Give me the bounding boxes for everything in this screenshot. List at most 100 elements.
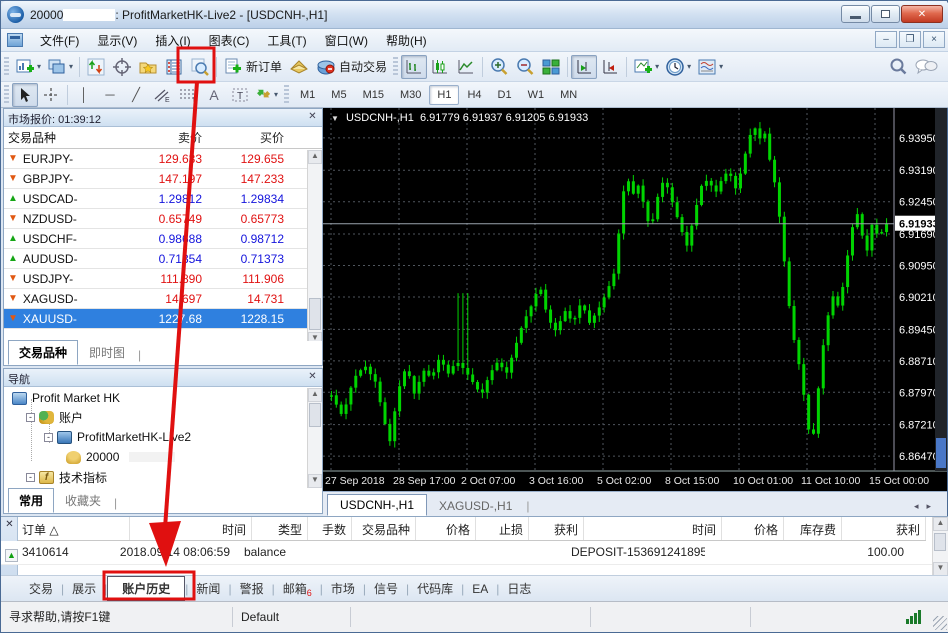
timeframe-m1-button[interactable]: M1 [292, 85, 323, 105]
terminal-column-7[interactable]: 获利 [529, 517, 584, 540]
tree-item-accounts[interactable]: - 账户 [26, 408, 83, 426]
status-profile[interactable]: Default [233, 607, 351, 627]
collapse-icon[interactable]: - [26, 413, 35, 422]
terminal-column-9[interactable]: 价格 [722, 517, 784, 540]
chart-caret-icon[interactable]: ▼ [331, 114, 339, 123]
auto-scroll-button[interactable] [597, 55, 623, 79]
terminal-tab-7[interactable]: 信号 [366, 576, 406, 601]
profiles-button[interactable]: ▾ [44, 55, 76, 79]
periods-button[interactable]: ▾ [662, 55, 694, 79]
candlestick-chart[interactable]: 27 Sep 201828 Sep 17:002 Oct 07:003 Oct … [323, 108, 947, 491]
candlestick-button[interactable] [427, 55, 453, 79]
terminal-column-8[interactable]: 时间 [584, 517, 722, 540]
chart-tab-xagusd[interactable]: XAGUSD-,H1 [427, 496, 524, 516]
menu-item-1[interactable]: 显示(V) [88, 31, 146, 51]
market-watch-row-xauusd[interactable]: ▼XAUUSD-1227.681228.15 [4, 309, 322, 329]
chart-window-icon[interactable] [7, 33, 23, 47]
terminal-tab-1[interactable]: 展示 [64, 576, 104, 601]
market-watch-row-gbpjpy[interactable]: ▼GBPJPY-147.197147.233 [4, 169, 322, 189]
collapse-icon[interactable]: - [44, 433, 53, 442]
tile-windows-button[interactable] [538, 55, 564, 79]
chart-area[interactable]: 27 Sep 201828 Sep 17:002 Oct 07:003 Oct … [323, 108, 947, 491]
hline-button[interactable]: ─ [97, 83, 123, 107]
terminal-column-0[interactable]: 订单 △ [18, 517, 130, 540]
search-button[interactable] [885, 55, 911, 79]
navigator-close-icon[interactable]: ✕ [306, 371, 319, 384]
timeframe-w1-button[interactable]: W1 [520, 85, 553, 105]
terminal-tab-5[interactable]: 邮箱6 [275, 576, 320, 602]
terminal-column-10[interactable]: 库存费 [784, 517, 842, 540]
terminal-tab-4[interactable]: 警报 [232, 576, 272, 601]
zoom-in-button[interactable] [486, 55, 512, 79]
menu-item-4[interactable]: 工具(T) [258, 31, 315, 51]
terminal-tab-2[interactable]: 账户历史 [107, 576, 185, 601]
market-watch-button[interactable] [83, 55, 109, 79]
market-watch-row-eurjpy[interactable]: ▼EURJPY-129.633129.655 [4, 149, 322, 169]
zoom-out-button[interactable] [512, 55, 538, 79]
mdi-minimize-button[interactable]: – [875, 31, 897, 48]
scroll-down-icon[interactable]: ▼ [308, 474, 322, 488]
terminal-tab-8[interactable]: 代码库 [409, 576, 461, 601]
templates-button[interactable]: ▾ [694, 55, 726, 79]
scroll-up-icon[interactable]: ▲ [308, 388, 322, 402]
indicators-button[interactable]: ▾ [630, 55, 662, 79]
resize-grip[interactable] [933, 616, 947, 630]
timeframe-mn-button[interactable]: MN [552, 85, 585, 105]
navigator-scrollbar[interactable]: ▲ ▼ [307, 388, 322, 488]
terminal-tab-6[interactable]: 市场 [323, 576, 363, 601]
menu-item-0[interactable]: 文件(F) [31, 31, 88, 51]
autotrading-button[interactable]: 自动交易 [313, 55, 390, 79]
new-chart-button[interactable]: ▾ [12, 55, 44, 79]
market-watch-row-usdcad[interactable]: ▲USDCAD-1.298121.29834 [4, 189, 322, 209]
tab-tick-chart[interactable]: 即时图 [78, 340, 136, 365]
timeframe-m30-button[interactable]: M30 [392, 85, 429, 105]
menu-item-3[interactable]: 图表(C) [200, 31, 259, 51]
terminal-button[interactable] [161, 55, 187, 79]
tab-common[interactable]: 常用 [8, 488, 54, 513]
bar-chart-button[interactable] [401, 55, 427, 79]
navigator-button[interactable] [135, 55, 161, 79]
channel-button[interactable]: E [149, 83, 175, 107]
text-button[interactable]: A [201, 83, 227, 107]
scroll-down-icon[interactable]: ▼ [933, 562, 948, 576]
market-watch-scrollbar[interactable]: ▲ ▼ [307, 150, 322, 346]
timeframe-d1-button[interactable]: D1 [490, 85, 520, 105]
terminal-column-5[interactable]: 价格 [416, 517, 476, 540]
scroll-up-icon[interactable]: ▲ [308, 150, 322, 164]
close-button[interactable]: ✕ [901, 5, 943, 23]
metaeditor-button[interactable] [285, 55, 313, 79]
market-watch-row-usdchf[interactable]: ▲USDCHF-0.986880.98712 [4, 229, 322, 249]
menu-item-5[interactable]: 窗口(W) [316, 31, 377, 51]
chart-shift-button[interactable] [571, 55, 597, 79]
market-watch-row-audusd[interactable]: ▲AUDUSD-0.713540.71373 [4, 249, 322, 269]
navigator-title[interactable]: 导航 ✕ [4, 369, 322, 387]
cursor-button[interactable] [12, 83, 38, 107]
text-label-button[interactable]: T [227, 83, 253, 107]
market-watch-title[interactable]: 市场报价: 01:39:12 ✕ [4, 109, 322, 127]
new-order-button[interactable]: 新订单 [220, 55, 285, 79]
crosshair-tool-button[interactable] [38, 83, 64, 107]
terminal-close-icon[interactable]: ✕ [3, 519, 16, 532]
minimize-button[interactable] [841, 5, 870, 23]
menu-item-6[interactable]: 帮助(H) [377, 31, 436, 51]
chart-tab-usdcnh[interactable]: USDCNH-,H1 [327, 494, 427, 516]
trendline-button[interactable]: ╱ [123, 83, 149, 107]
terminal-tab-0[interactable]: 交易 [21, 576, 61, 601]
mdi-close-button[interactable]: × [923, 31, 945, 48]
tab-favorites[interactable]: 收藏夹 [54, 488, 112, 513]
timeframe-h4-button[interactable]: H4 [459, 85, 489, 105]
terminal-column-11[interactable]: 获利 [842, 517, 926, 540]
terminal-tab-3[interactable]: 新闻 [188, 576, 228, 601]
timeframe-m15-button[interactable]: M15 [355, 85, 392, 105]
timeframe-h1-button[interactable]: H1 [429, 85, 459, 105]
terminal-tab-10[interactable]: 日志 [499, 576, 539, 601]
title-bar[interactable]: 20000: ProfitMarketHK-Live2 - [USDCNH-,H… [1, 1, 948, 29]
tree-item-server[interactable]: - ProfitMarketHK-Live2 [44, 428, 191, 446]
timeframe-m5-button[interactable]: M5 [323, 85, 354, 105]
arrows-button[interactable]: ▾ [253, 83, 281, 107]
terminal-column-6[interactable]: 止损 [476, 517, 529, 540]
scroll-up-icon[interactable]: ▲ [933, 517, 948, 531]
expand-icon[interactable]: - [26, 473, 35, 482]
strategy-tester-button[interactable] [187, 55, 213, 79]
market-watch-row-xagusd[interactable]: ▼XAGUSD-14.69714.731 [4, 289, 322, 309]
